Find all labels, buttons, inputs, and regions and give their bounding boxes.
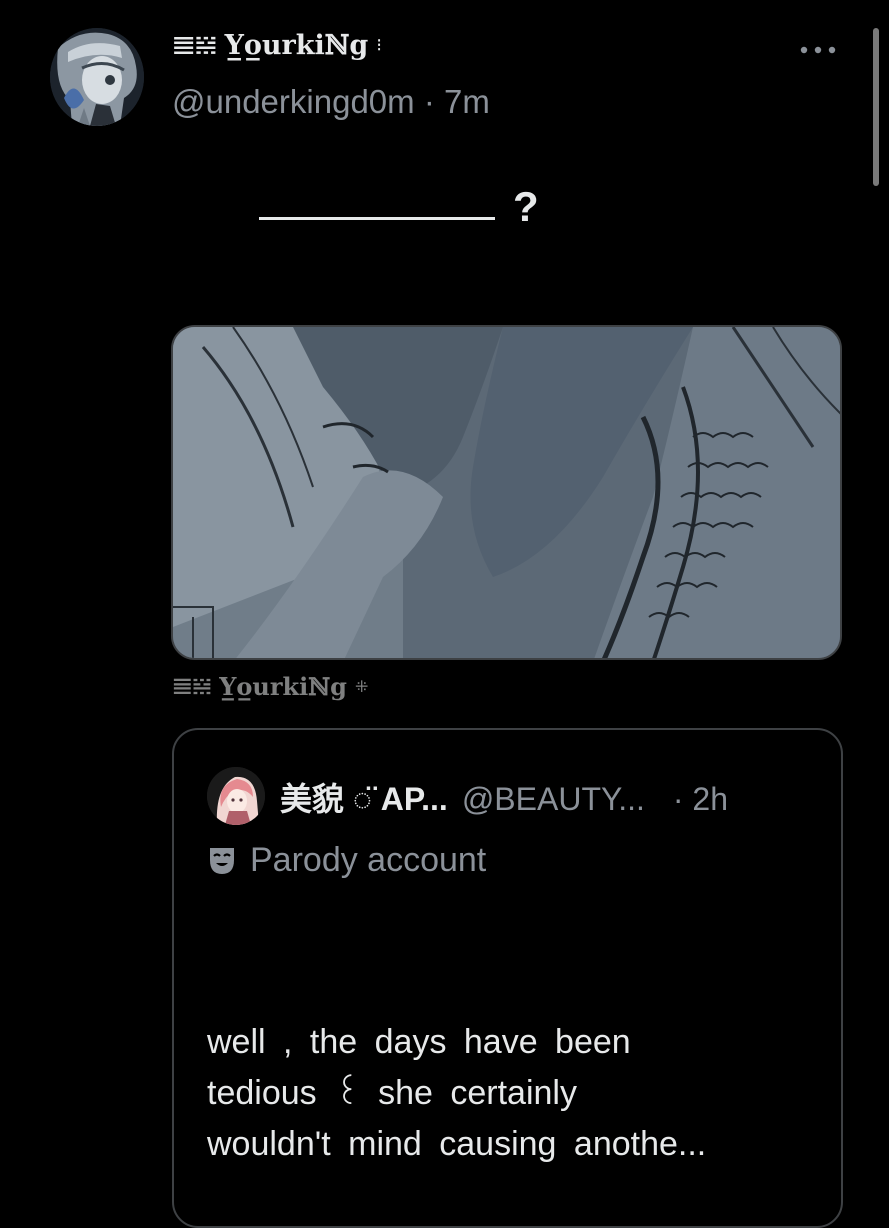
author-avatar-image bbox=[50, 28, 144, 126]
name-glyph: 𝌆𝍇 bbox=[172, 30, 218, 61]
quoted-tweet-card[interactable]: 美貌 ◌̈ AP... @BEAUTY... · 2h Parody accou… bbox=[172, 728, 843, 1228]
tweet-text: ? bbox=[259, 186, 539, 228]
quote-body-line: well , the days have been bbox=[207, 1023, 631, 1061]
tweet-question-mark: ? bbox=[513, 183, 539, 230]
more-horizontal-icon bbox=[800, 46, 836, 54]
quote-avatar-image bbox=[207, 767, 265, 825]
quote-author-name[interactable]: 美貌 ◌̈ AP... bbox=[280, 774, 448, 820]
quote-separator: · bbox=[672, 781, 684, 817]
quote-time-value: 2h bbox=[692, 781, 729, 817]
signature-glyph: 𝌆𝍇 bbox=[172, 673, 212, 700]
quote-body-text: well , the days have been tedious ꒰ she … bbox=[207, 1017, 832, 1170]
name-text: Y̲o̲urkiℕg bbox=[224, 30, 369, 61]
quote-author-avatar[interactable] bbox=[207, 767, 265, 825]
author-handle-line: @underkingd0m · 7m bbox=[172, 83, 490, 121]
quote-time: · 2h bbox=[673, 781, 728, 818]
author-handle[interactable]: @underkingd0m bbox=[172, 83, 415, 120]
signature-tail: ⁜ bbox=[354, 677, 369, 696]
author-avatar[interactable] bbox=[50, 28, 144, 126]
tweet-media-image[interactable] bbox=[171, 325, 842, 660]
signature-text: 𝌆𝍇 Y̲o̲urkiℕg ⁜ bbox=[172, 672, 368, 701]
author-display-name[interactable]: 𝌆𝍇 Y̲o̲urkiℕg ⁝ bbox=[172, 30, 382, 61]
quote-body-line: wouldn't mind causing anothe... bbox=[207, 1125, 707, 1163]
tweet-time[interactable]: 7m bbox=[444, 83, 490, 120]
more-options-button[interactable] bbox=[796, 36, 842, 64]
parody-label-text: Parody account bbox=[250, 841, 487, 879]
parody-label: Parody account bbox=[208, 841, 486, 880]
name-tail: ⁝ bbox=[376, 35, 383, 56]
blank-line bbox=[259, 217, 495, 220]
scrollbar[interactable] bbox=[873, 28, 879, 186]
signature-name: Y̲o̲urkiℕg bbox=[219, 672, 347, 701]
quote-author-handle[interactable]: @BEAUTY... bbox=[462, 781, 645, 818]
quote-body-line: tedious ꒰ she certainly bbox=[207, 1074, 577, 1112]
handle-separator: · bbox=[423, 83, 435, 120]
manga-artwork bbox=[173, 327, 840, 658]
quote-header: 美貌 ◌̈ AP... @BEAUTY... · 2h bbox=[280, 774, 728, 820]
theater-masks-icon bbox=[210, 847, 234, 874]
